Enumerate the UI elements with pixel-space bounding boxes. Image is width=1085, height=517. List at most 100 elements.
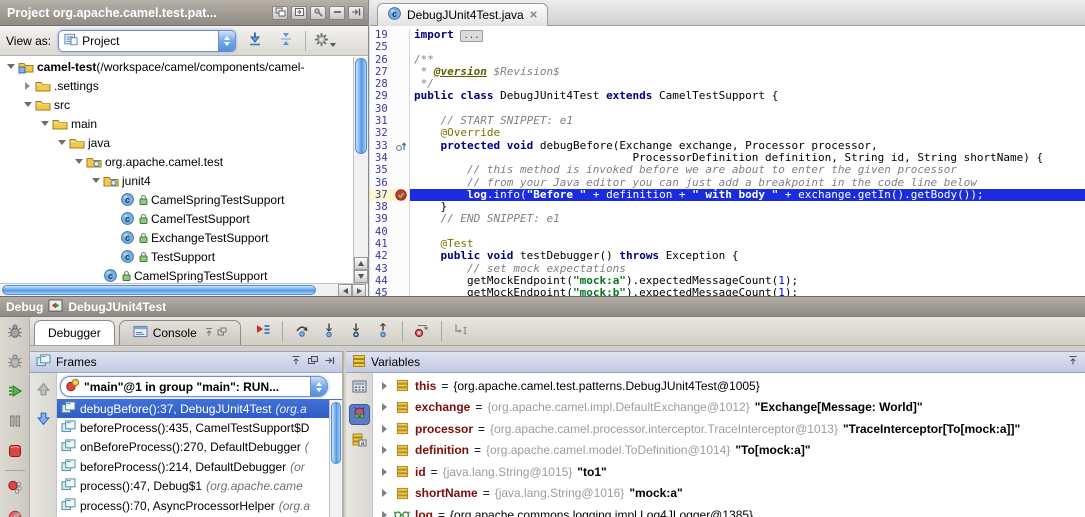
tree-item-junit4[interactable]: junit4 [0,171,353,190]
pause-button[interactable] [7,413,23,432]
close-icon[interactable] [529,8,538,22]
rerun-debug-button[interactable] [7,323,23,342]
expand-arrow-icon[interactable] [382,403,387,411]
override-icon[interactable] [393,140,410,152]
project-vertical-scrollbar[interactable] [353,57,368,283]
expand-arrow-icon[interactable] [382,382,387,390]
tree-item-camelspringtestsupport[interactable]: cCamelSpringTestSupport [0,266,353,283]
scroll-down-button[interactable] [354,270,368,283]
view-breakpoints-button[interactable] [7,479,23,498]
force-step-into-button[interactable] [344,319,368,343]
step-out-button[interactable] [371,319,395,343]
expand-arrow-icon[interactable] [382,511,387,517]
tree-item-camelspringtestsupport[interactable]: cCamelSpringTestSupport [0,190,353,209]
scrollbar-thumb[interactable] [355,58,367,154]
scrollbar-thumb[interactable] [2,285,316,295]
gutter-spacer [393,54,410,66]
variable-row-definition[interactable]: definition = {org.apache.camel.model.ToD… [373,440,1085,462]
expand-arrow-icon[interactable] [382,425,387,433]
value-icon [394,379,410,392]
scroll-up-button[interactable] [354,257,368,270]
expand-arrow-icon[interactable] [382,468,387,476]
step-into-button[interactable] [317,319,341,343]
tree-item-testsupport[interactable]: cTestSupport [0,247,353,266]
tree-item-src[interactable]: src [0,95,353,114]
breakpoint-icon[interactable] [393,189,410,201]
resume-button[interactable] [7,383,23,402]
tab-debugger[interactable]: Debugger [34,320,115,345]
gutter-spacer [393,263,410,275]
pin-window-button[interactable] [310,6,326,20]
collapse-arrow-icon[interactable] [89,178,102,183]
expand-arrow-icon[interactable] [382,489,387,497]
hide-window-button[interactable] [348,6,364,20]
tree-item-main[interactable]: main [0,114,353,133]
collapse-arrow-icon[interactable] [72,159,85,164]
variable-row-exchange[interactable]: exchange = {org.apache.camel.impl.Defaul… [373,397,1085,419]
restore-layout-icon[interactable] [1067,355,1079,369]
tree-item-camel-test[interactable]: camel-test (/workspace/camel/components/… [0,57,353,76]
project-horizontal-scrollbar[interactable] [0,283,368,296]
float-window-button[interactable] [272,6,288,20]
settings-gear-button[interactable] [313,29,337,53]
variable-row-this[interactable]: this = {org.apache.camel.test.patterns.D… [373,375,1085,397]
debug-bug-button[interactable] [7,353,23,372]
pop-frame-button[interactable] [410,319,434,343]
scrollbar-thumb[interactable] [331,402,341,464]
run-to-cursor-button[interactable] [449,319,473,343]
evaluate-expression-icon[interactable] [352,380,367,396]
show-execution-point-button[interactable] [251,319,275,343]
float-console-icon[interactable] [217,326,227,340]
next-frame-icon[interactable] [36,411,51,429]
editor-tab[interactable]: c DebugJUnit4Test.java [377,3,548,26]
frame-row[interactable]: process():47, Debug$1 (org.apache.came [57,477,342,496]
frame-row[interactable]: process():70, AsyncProcessorHelper (org.… [57,496,342,515]
scroll-to-end-icon[interactable] [204,326,214,340]
tree-item--settings[interactable]: .settings [0,76,353,95]
frames-scrollbar[interactable] [329,400,342,517]
code-editor[interactable]: 19import ...2526/**27 * @version $Revisi… [370,26,1085,296]
tree-item-cameltestsupport[interactable]: cCamelTestSupport [0,209,353,228]
field-watch-icon [394,509,410,517]
minimize-window-button[interactable] [329,6,345,20]
expand-arrow-icon[interactable] [21,82,34,90]
variable-row-id[interactable]: id = {java.lang.String@1015}"to1" [373,461,1085,483]
collapse-arrow-icon[interactable] [4,64,17,69]
combo-stepper-icon[interactable] [310,377,327,396]
restore-layout-icon[interactable] [290,355,302,369]
mute-breakpoints-button[interactable] [7,509,23,517]
variable-row-processor[interactable]: processor = {org.apache.camel.processor.… [373,418,1085,440]
hide-panel-icon[interactable] [324,355,336,369]
scrollbar-arrows[interactable] [354,257,368,283]
step-over-button[interactable] [290,319,314,343]
scroll-from-source-button[interactable] [243,29,267,53]
variable-row-shortName[interactable]: shortName = {java.lang.String@1016}"mock… [373,483,1085,505]
variable-row-log[interactable]: log = {org.apache.commons.logging.impl.L… [373,504,1085,517]
collapse-arrow-icon[interactable] [38,121,51,126]
frame-label: process():70, AsyncProcessorHelper [80,499,275,513]
collapse-arrow-icon[interactable] [21,102,34,107]
previous-frame-icon[interactable] [36,382,51,400]
combo-stepper-icon[interactable] [218,31,235,51]
frame-row[interactable]: onBeforeProcess():270, DefaultDebugger ( [57,438,342,457]
frame-row[interactable]: beforeProcess():214, DefaultDebugger (or [57,457,342,476]
tree-item-java[interactable]: java [0,133,353,152]
line-number: 25 [370,41,393,53]
view-as-combo[interactable]: Project [58,30,236,52]
collapse-arrow-icon[interactable] [55,140,68,145]
watch-mode-button[interactable] [349,404,370,425]
collapse-all-button[interactable] [274,29,298,53]
expand-arrow-icon[interactable] [382,446,387,454]
line-number: 35 [370,164,393,176]
frame-row[interactable]: debugBefore():37, DebugJUnit4Test (org.a [57,399,342,418]
frame-row[interactable]: beforeProcess():435, CamelTestSupport$D [57,418,342,437]
dock-window-button[interactable] [291,6,307,20]
show-values-inline-icon[interactable]: a [352,433,367,450]
thread-selector[interactable]: "main"@1 in group "main": RUN... [60,376,328,397]
float-panel-icon[interactable] [307,355,319,369]
tree-item-org-apache-camel-test[interactable]: org.apache.camel.test [0,152,353,171]
tab-console[interactable]: Console [119,320,241,345]
console-icon [133,325,148,341]
stop-button[interactable] [7,443,23,462]
tree-item-exchangetestsupport[interactable]: cExchangeTestSupport [0,228,353,247]
